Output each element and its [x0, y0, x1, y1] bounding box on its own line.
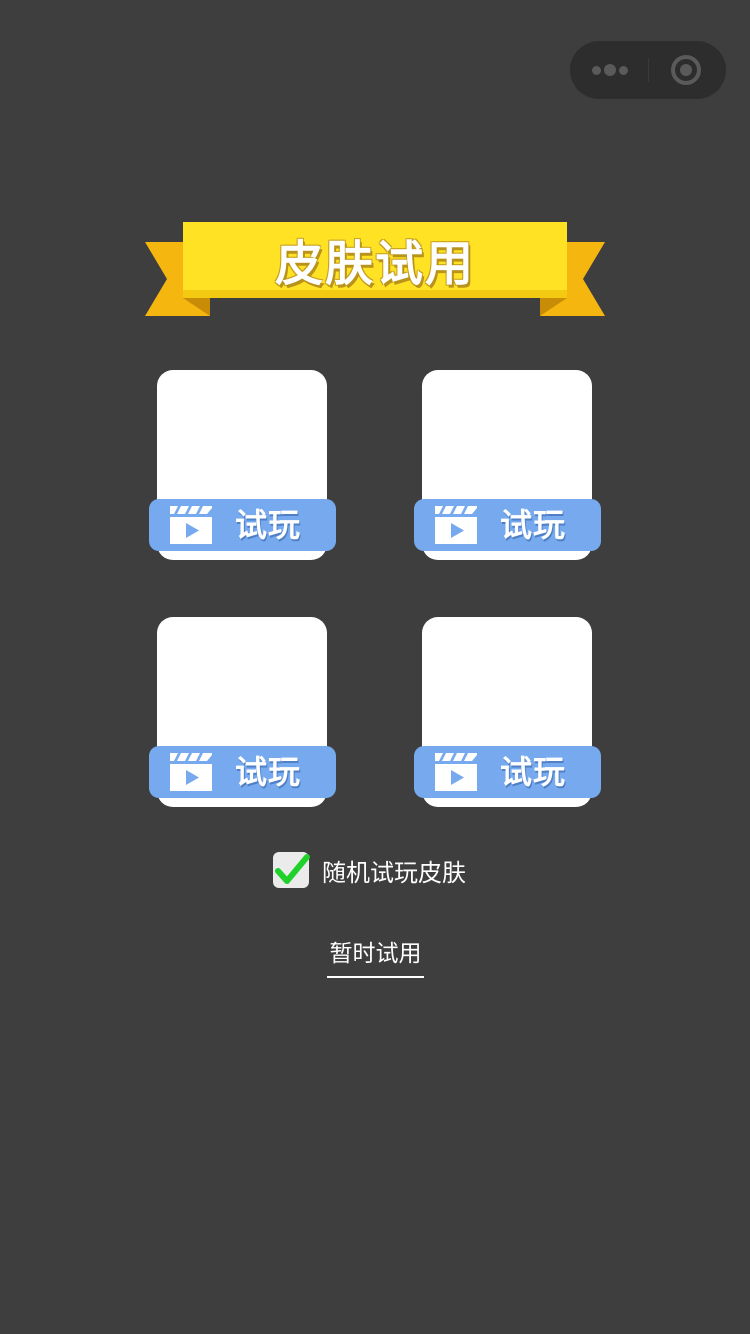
clapperboard-play-icon: [170, 753, 212, 791]
trial-button[interactable]: 试玩: [414, 499, 601, 551]
trial-label: 试玩: [500, 753, 567, 791]
target-close-icon[interactable]: [670, 54, 702, 86]
clapperboard-play-icon: [170, 506, 212, 544]
clapperboard-play-icon: [435, 753, 477, 791]
title-banner: 皮肤试用: [143, 220, 607, 320]
skin-card[interactable]: 试玩: [414, 370, 604, 560]
temporary-trial-button[interactable]: 暂时试用: [327, 936, 424, 978]
trial-button[interactable]: 试玩: [414, 746, 601, 798]
random-trial-label: 随机试玩皮肤: [322, 858, 466, 887]
random-trial-checkbox[interactable]: [273, 852, 310, 888]
capsule-menu: [570, 41, 726, 99]
trial-label: 试玩: [235, 753, 302, 791]
skin-card[interactable]: 试玩: [149, 370, 339, 560]
trial-label: 试玩: [500, 506, 567, 544]
trial-button[interactable]: 试玩: [149, 499, 336, 551]
skin-card[interactable]: 试玩: [149, 617, 339, 807]
trial-button[interactable]: 试玩: [149, 746, 336, 798]
skin-card[interactable]: 试玩: [414, 617, 604, 807]
random-trial-option[interactable]: 随机试玩皮肤: [273, 850, 466, 890]
skin-trial-screen: 皮肤试用 试玩 试玩 试玩 试玩 随机试玩皮肤 暂时试用: [0, 0, 750, 1334]
clapperboard-play-icon: [435, 506, 477, 544]
page-title: 皮肤试用: [274, 236, 475, 292]
capsule-divider: [648, 58, 649, 82]
more-dots-icon[interactable]: [592, 41, 628, 99]
trial-label: 试玩: [235, 506, 302, 544]
checkmark-icon: [275, 854, 310, 884]
